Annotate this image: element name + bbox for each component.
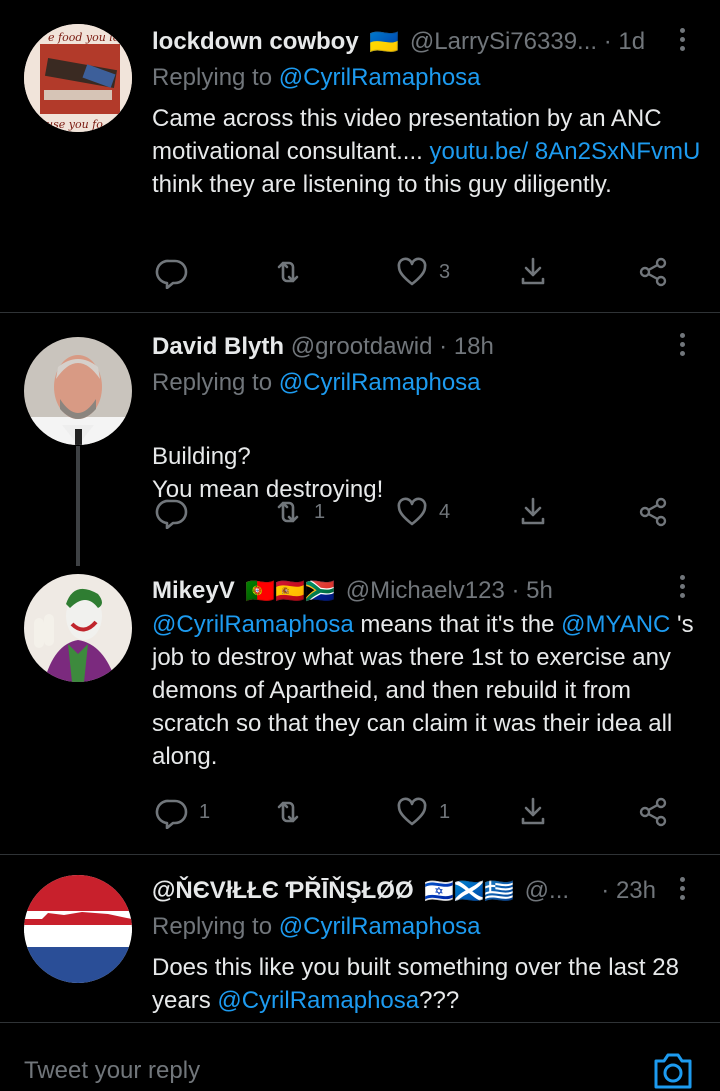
retweet-button[interactable] bbox=[270, 792, 314, 832]
reply-button[interactable]: 1 bbox=[155, 792, 210, 832]
avatar-image bbox=[24, 875, 132, 983]
share-icon bbox=[639, 497, 667, 527]
flag-icons: 🇵🇹🇪🇸🇿🇦 bbox=[245, 577, 336, 605]
author-handle[interactable]: @... bbox=[525, 877, 569, 904]
reply-icon bbox=[155, 499, 188, 529]
like-count: 4 bbox=[439, 500, 451, 523]
download-icon bbox=[521, 797, 545, 825]
retweet-icon bbox=[277, 801, 299, 823]
heart-icon bbox=[397, 257, 427, 286]
timestamp[interactable]: · 1d bbox=[604, 28, 645, 55]
heart-icon bbox=[397, 497, 427, 526]
text-link[interactable]: @CyrilRamaphosa bbox=[152, 611, 354, 638]
download-icon bbox=[521, 497, 545, 525]
author-name[interactable]: @ŇЄVłŁŁЄ ƤŘĪŇŞŁØØ bbox=[152, 877, 414, 904]
more-icon[interactable] bbox=[680, 28, 688, 55]
retweet-count: 1 bbox=[314, 500, 326, 523]
replying-to-label: Replying to bbox=[152, 64, 273, 91]
like-button[interactable]: 3 bbox=[395, 252, 450, 292]
tweet[interactable]: @ŇЄVłŁŁЄ ƤŘĪŇŞŁØØ 🇮🇱🏴󠁧󠁢󠁳󠁣󠁴󠁿🇬🇷 @... · 23h… bbox=[0, 855, 720, 1022]
tweet-text: Does this like you built something over … bbox=[152, 951, 702, 1017]
avatar-image bbox=[24, 574, 132, 682]
avatar[interactable] bbox=[24, 337, 132, 445]
download-button[interactable] bbox=[516, 252, 550, 292]
timestamp[interactable]: · 18h bbox=[439, 333, 494, 360]
tweet-header: @ŇЄVłŁŁЄ ƤŘĪŇŞŁØØ 🇮🇱🏴󠁧󠁢󠁳󠁣󠁴󠁿🇬🇷 @... bbox=[152, 875, 656, 908]
reply-count: 1 bbox=[199, 800, 211, 823]
share-icon bbox=[639, 257, 667, 287]
share-button[interactable] bbox=[636, 492, 670, 532]
share-button[interactable] bbox=[636, 792, 670, 832]
action-bar: 3 bbox=[150, 252, 690, 292]
flag-icons: 🇮🇱🏴󠁧󠁢󠁳󠁣󠁴󠁿🇬🇷 bbox=[424, 877, 514, 905]
reply-bar: Tweet your reply bbox=[0, 1022, 720, 1091]
tweet-header: lockdown cowboy 🇺🇦 @LarrySi76339... · 1d bbox=[152, 26, 680, 59]
text-segment: think they are listening to this guy dil… bbox=[152, 171, 612, 198]
flag-icons: 🇺🇦 bbox=[369, 28, 400, 56]
replying-to: Replying to @CyrilRamaphosa bbox=[152, 367, 481, 399]
action-bar: 11 bbox=[150, 792, 690, 832]
reply-input[interactable]: Tweet your reply bbox=[24, 1057, 200, 1085]
text-segment: ??? bbox=[419, 987, 460, 1014]
author-handle[interactable]: @grootdawid bbox=[291, 333, 433, 360]
timestamp[interactable]: · 5h bbox=[512, 577, 553, 604]
replying-to-handle[interactable]: @CyrilRamaphosa bbox=[279, 913, 481, 940]
avatar-top-text: e food you lo bbox=[48, 31, 120, 44]
download-button[interactable] bbox=[516, 492, 550, 532]
like-button[interactable]: 4 bbox=[395, 492, 450, 532]
avatar[interactable] bbox=[24, 574, 132, 682]
share-button[interactable] bbox=[636, 252, 670, 292]
tweet[interactable]: David Blyth @grootdawid · 18h Replying t… bbox=[0, 313, 720, 553]
tweet-header: David Blyth @grootdawid · 18h bbox=[152, 331, 680, 363]
replying-to-label: Replying to bbox=[152, 369, 273, 396]
timestamp-wrap: · 23h bbox=[601, 875, 656, 907]
tweet-text: Came across this video presentation by a… bbox=[152, 102, 702, 201]
action-bar: 14 bbox=[150, 492, 690, 532]
author-handle[interactable]: @Michaelv123 bbox=[346, 577, 505, 604]
share-icon bbox=[639, 797, 667, 827]
text-link[interactable]: youtu.be/ 8An2SxNFvmU bbox=[429, 138, 700, 165]
reply-icon bbox=[155, 259, 188, 289]
author-name[interactable]: David Blyth bbox=[152, 333, 284, 360]
avatar-bottom-text: use you fo bbox=[46, 118, 103, 131]
timestamp[interactable]: · 23h bbox=[601, 877, 656, 904]
replying-to-handle[interactable]: @CyrilRamaphosa bbox=[279, 369, 481, 396]
tweet-header: MikeyV 🇵🇹🇪🇸🇿🇦 @Michaelv123 · 5h bbox=[152, 575, 680, 608]
retweet-icon bbox=[277, 501, 299, 523]
text-link[interactable]: @MYANC bbox=[561, 611, 670, 638]
avatar-image: e food you lo use you fo bbox=[24, 24, 132, 132]
replying-to-label: Replying to bbox=[152, 913, 273, 940]
avatar[interactable]: e food you lo use you fo bbox=[24, 24, 132, 132]
reply-button[interactable] bbox=[155, 252, 199, 292]
download-icon bbox=[521, 257, 545, 285]
like-count: 3 bbox=[439, 260, 451, 283]
replying-to: Replying to @CyrilRamaphosa bbox=[152, 911, 481, 943]
reply-icon bbox=[155, 799, 188, 829]
more-icon[interactable] bbox=[680, 333, 688, 360]
text-segment: means that it's the bbox=[353, 611, 562, 638]
replying-to-handle[interactable]: @CyrilRamaphosa bbox=[279, 64, 481, 91]
reply-button[interactable] bbox=[155, 492, 199, 532]
replying-to: Replying to @CyrilRamaphosa bbox=[152, 62, 481, 94]
download-button[interactable] bbox=[516, 792, 550, 832]
text-link[interactable]: @CyrilRamaphosa bbox=[217, 987, 419, 1014]
tweet-text: @CyrilRamaphosa means that it's the @MYA… bbox=[152, 608, 702, 773]
like-button[interactable]: 1 bbox=[395, 792, 450, 832]
more-icon[interactable] bbox=[680, 575, 688, 602]
more-icon[interactable] bbox=[680, 877, 688, 904]
heart-icon bbox=[397, 797, 427, 826]
author-handle[interactable]: @LarrySi76339... bbox=[410, 28, 597, 55]
retweet-icon bbox=[277, 261, 299, 283]
author-name[interactable]: lockdown cowboy bbox=[152, 28, 359, 55]
author-name[interactable]: MikeyV bbox=[152, 577, 235, 604]
avatar-image bbox=[24, 337, 132, 445]
retweet-button[interactable] bbox=[270, 252, 314, 292]
camera-icon[interactable] bbox=[652, 1051, 694, 1091]
like-count: 1 bbox=[439, 800, 451, 823]
tweet[interactable]: MikeyV 🇵🇹🇪🇸🇿🇦 @Michaelv123 · 5h @CyrilRa… bbox=[0, 555, 720, 853]
retweet-button[interactable]: 1 bbox=[270, 492, 325, 532]
avatar[interactable] bbox=[24, 875, 132, 983]
tweet[interactable]: e food you lo use you fo lockdown cowboy… bbox=[0, 0, 720, 312]
